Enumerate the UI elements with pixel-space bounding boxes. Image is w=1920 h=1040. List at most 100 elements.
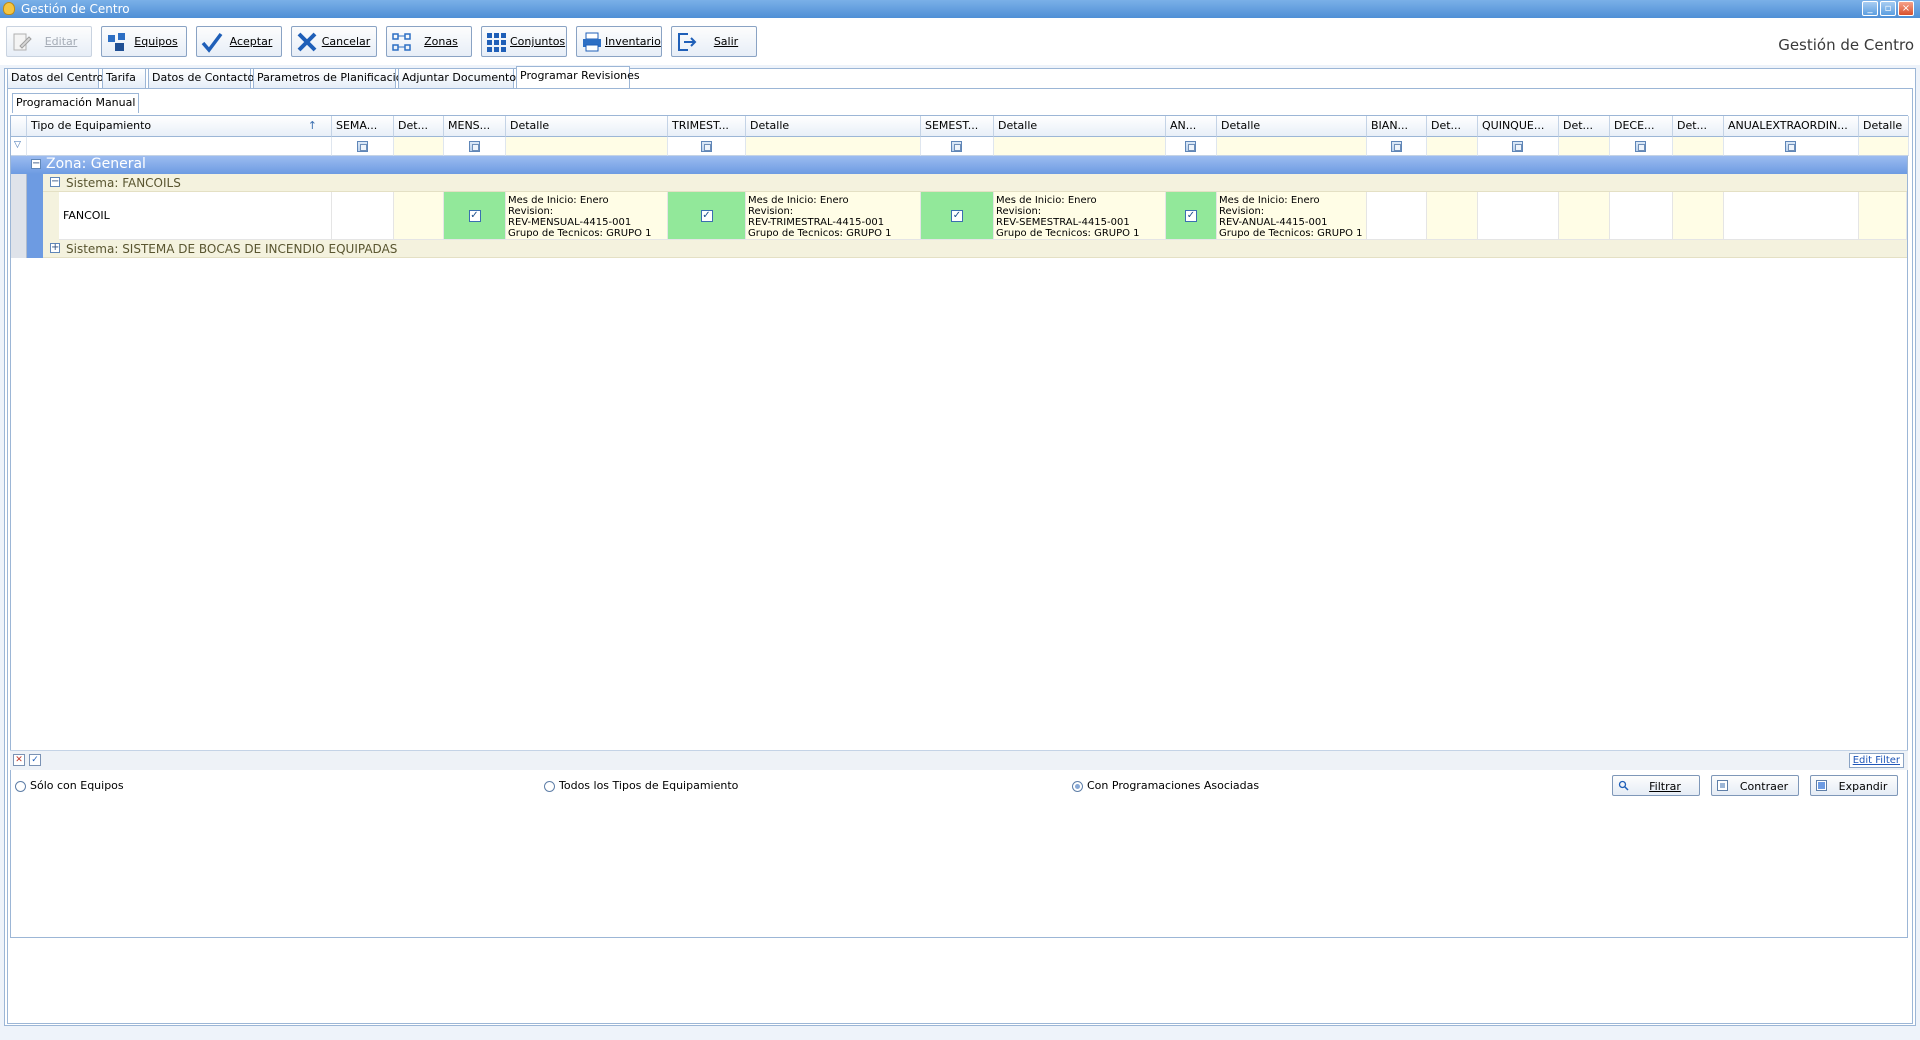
decenal-detail-cell[interactable] [1673, 192, 1724, 240]
column-header[interactable]: BIAN... [1367, 116, 1427, 137]
tab-adjuntar-documentos[interactable]: Adjuntar Documentos [398, 68, 522, 88]
filter-cell[interactable] [1367, 137, 1427, 156]
enable-filter-checkbox[interactable]: ✓ [29, 754, 41, 766]
collapse-icon[interactable]: − [50, 177, 60, 187]
semestral-checkbox[interactable]: ✓ [951, 209, 963, 222]
column-header[interactable]: Detalle [1859, 116, 1909, 137]
solo-equipos-radio[interactable]: Sólo con Equipos [15, 780, 124, 792]
semestral-detail-cell[interactable]: Mes de Inicio: Enero Revision: REV-SEMESTR… [994, 192, 1166, 240]
restore-button[interactable]: ▫ [1880, 1, 1896, 16]
semanal-detail-cell[interactable] [394, 192, 444, 240]
anual-cell[interactable]: ✓ [1166, 192, 1217, 240]
salir-button[interactable]: Salir [671, 26, 757, 57]
trimestral-cell[interactable]: ✓ [668, 192, 746, 240]
filter-cell[interactable] [1166, 137, 1217, 156]
column-header[interactable]: Det... [394, 116, 444, 137]
equipment-cell[interactable]: FANCOIL [59, 192, 332, 240]
quinquenal-detail-cell[interactable] [1559, 192, 1610, 240]
filter-cell[interactable] [394, 137, 444, 156]
expand-icon[interactable]: + [50, 243, 60, 253]
system-group-row[interactable]: + Sistema: SISTEMA DE BOCAS DE INCENDIO … [11, 240, 1907, 258]
filter-toggle[interactable] [700, 141, 712, 152]
column-header[interactable]: ANUALEXTRAORDIN... [1724, 116, 1859, 137]
anual-detail-cell[interactable]: Mes de Inicio: Enero Revision: REV-ANUAL-4… [1217, 192, 1367, 240]
filter-toggle[interactable] [468, 141, 480, 152]
table-row[interactable]: FANCOIL ✓ Mes de Inicio: Enero Revision: R… [11, 192, 1907, 240]
filter-toggle[interactable] [1512, 141, 1523, 152]
tab-programar-revisiones[interactable]: Programar Revisiones [516, 66, 640, 88]
subtab-programacion-manual[interactable]: Programación Manual [12, 93, 140, 113]
tab-datos-contactos[interactable]: Datos de Contactos [148, 68, 260, 88]
collapse-icon[interactable]: − [31, 159, 41, 169]
quinquenal-cell[interactable] [1478, 192, 1559, 240]
filter-cell[interactable] [27, 137, 332, 156]
contraer-button[interactable]: Contraer [1711, 775, 1799, 796]
filter-cell[interactable] [746, 137, 921, 156]
filter-toggle[interactable] [1635, 141, 1646, 152]
editar-button[interactable]: Editar [6, 26, 92, 57]
decenal-cell[interactable] [1610, 192, 1673, 240]
column-header[interactable]: Detalle [506, 116, 668, 137]
filter-cell[interactable] [994, 137, 1166, 156]
filter-cell[interactable] [332, 137, 394, 156]
close-window-button[interactable]: × [1898, 1, 1914, 16]
mensual-checkbox[interactable]: ✓ [468, 209, 481, 222]
column-header[interactable]: Detalle [994, 116, 1166, 137]
column-header[interactable]: Det... [1673, 116, 1724, 137]
column-header[interactable]: QUINQUE... [1478, 116, 1559, 137]
bianual-detail-cell[interactable] [1427, 192, 1478, 240]
filter-toggle[interactable] [951, 141, 962, 152]
filter-cell[interactable] [1478, 137, 1559, 156]
column-header[interactable]: TRIMEST... [668, 116, 746, 137]
filter-cell[interactable] [1559, 137, 1610, 156]
bianual-cell[interactable] [1367, 192, 1427, 240]
tab-tarifa[interactable]: Tarifa [102, 68, 146, 88]
mensual-detail-cell[interactable]: Mes de Inicio: Enero Revision: REV-MENSUAL… [506, 192, 668, 240]
column-header[interactable]: MENS... [444, 116, 506, 137]
column-header[interactable]: Det... [1559, 116, 1610, 137]
anual-checkbox[interactable]: ✓ [1185, 209, 1197, 222]
trimestral-checkbox[interactable]: ✓ [700, 209, 713, 222]
column-header[interactable]: Detalle [1217, 116, 1367, 137]
edit-filter-button[interactable]: Edit Filter [1848, 753, 1904, 768]
filter-cell[interactable] [444, 137, 506, 156]
column-header[interactable]: AN... [1166, 116, 1217, 137]
filter-cell[interactable] [1217, 137, 1367, 156]
filter-toggle[interactable] [356, 141, 368, 152]
clear-filter-icon[interactable]: ✕ [13, 754, 25, 766]
equipos-button[interactable]: Equipos [101, 26, 187, 57]
inventario-button[interactable]: Inventario [576, 26, 662, 57]
filter-cell[interactable] [921, 137, 994, 156]
column-header[interactable]: Detalle [746, 116, 921, 137]
filtrar-button[interactable]: Filtrar [1612, 775, 1700, 796]
zonas-button[interactable]: Zonas [386, 26, 472, 57]
filter-cell[interactable] [1427, 137, 1478, 156]
system-group-row[interactable]: − Sistema: FANCOILS [11, 174, 1907, 192]
todos-tipos-radio[interactable]: Todos los Tipos de Equipamiento [544, 780, 738, 792]
filter-cell[interactable] [1673, 137, 1724, 156]
filter-cell[interactable] [1610, 137, 1673, 156]
trimestral-detail-cell[interactable]: Mes de Inicio: Enero Revision: REV-TRIMEST… [746, 192, 921, 240]
filter-cell[interactable] [1859, 137, 1909, 156]
filter-toggle[interactable] [1785, 141, 1796, 152]
column-header[interactable]: SEMEST... [921, 116, 994, 137]
column-header[interactable]: SEMA... [332, 116, 394, 137]
expandir-button[interactable]: Expandir [1810, 775, 1898, 796]
filter-toggle[interactable] [1390, 141, 1402, 152]
semestral-cell[interactable]: ✓ [921, 192, 994, 240]
filter-cell[interactable] [1724, 137, 1859, 156]
anual-extraordinaria-cell[interactable] [1724, 192, 1859, 240]
anual-extraordinaria-detail-cell[interactable] [1859, 192, 1907, 240]
filter-cell[interactable] [668, 137, 746, 156]
tab-datos-centro[interactable]: Datos del Centro [7, 68, 104, 88]
cancelar-button[interactable]: Cancelar [291, 26, 377, 57]
semanal-cell[interactable] [332, 192, 394, 240]
filter-toggle[interactable] [1185, 141, 1196, 152]
column-header[interactable]: Det... [1427, 116, 1478, 137]
conjuntos-button[interactable]: Conjuntos [481, 26, 567, 57]
column-header[interactable]: Tipo de Equipamiento ↑ [27, 116, 332, 137]
tab-parametros-planificacion[interactable]: Parametros de Planificación [253, 68, 409, 88]
con-programaciones-radio[interactable]: Con Programaciones Asociadas [1072, 780, 1259, 792]
filter-cell[interactable] [506, 137, 668, 156]
aceptar-button[interactable]: Aceptar [196, 26, 282, 57]
